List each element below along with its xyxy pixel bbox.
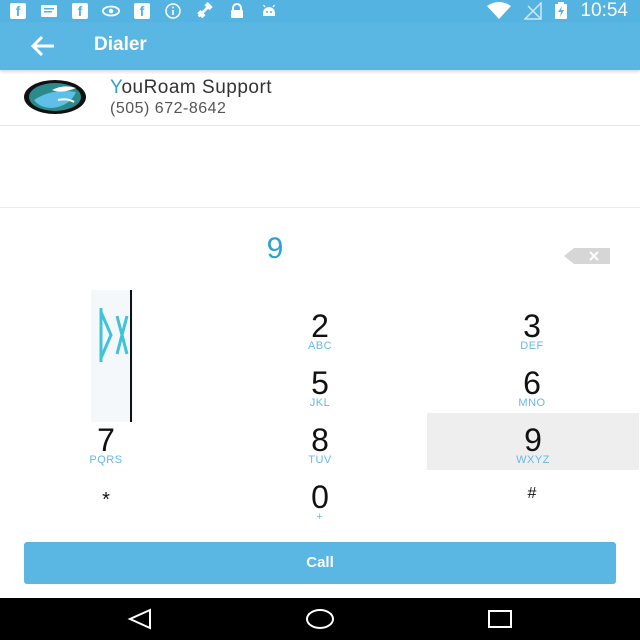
key-digit: 8	[311, 422, 329, 458]
divider	[0, 207, 640, 208]
key-digit: 7	[97, 422, 115, 458]
key-digit: 6	[523, 365, 541, 401]
key-3[interactable]: 3 DEF	[426, 306, 638, 362]
key-6[interactable]: 6 MNO	[426, 363, 638, 419]
key-7[interactable]: 7 PQRS	[0, 420, 212, 476]
key-hash[interactable]: #	[426, 477, 638, 533]
overlay-artifact	[91, 290, 133, 422]
contact-name-rest: ouRoam Support	[121, 77, 273, 98]
key-digit: 2	[311, 308, 329, 344]
android-icon	[260, 3, 278, 19]
system-icons: 10:54	[486, 1, 628, 21]
eye-icon	[102, 3, 120, 19]
facebook-icon: f	[72, 3, 88, 19]
status-bar: f f f 10:54	[0, 0, 640, 22]
lock-icon	[228, 3, 246, 19]
key-symbol: #	[527, 485, 537, 502]
battery-charging-icon	[554, 2, 568, 19]
contact-name-first-letter: Y	[110, 77, 122, 98]
contact-row[interactable]: YouRoam Support (505) 672-8642	[0, 70, 640, 126]
key-letters: DEF	[520, 340, 544, 352]
key-8[interactable]: 8 TUV	[214, 420, 426, 476]
key-letters: ABC	[307, 340, 333, 352]
contact-name: YouRoam Support	[110, 77, 272, 99]
page-title: Dialer	[94, 34, 147, 55]
key-digit: 5	[311, 365, 329, 401]
call-button[interactable]: Call	[24, 542, 616, 584]
navigation-bar	[0, 598, 640, 640]
back-nav-icon[interactable]	[126, 608, 154, 630]
dialed-number: 9	[266, 232, 284, 265]
backspace-icon[interactable]	[564, 248, 610, 264]
key-letters: MNO	[518, 397, 546, 409]
key-2[interactable]: 2 ABC	[214, 306, 426, 362]
back-arrow-icon[interactable]	[28, 32, 58, 60]
key-digit: 3	[523, 308, 541, 344]
wifi-icon	[486, 2, 512, 19]
satellite-icon	[196, 2, 214, 19]
key-letters: TUV	[308, 454, 332, 466]
facebook-icon: f	[134, 3, 150, 19]
key-letters: WXYZ	[516, 454, 550, 466]
contact-avatar	[22, 78, 88, 116]
no-signal-icon	[524, 2, 543, 20]
key-letters: JKL	[309, 397, 331, 409]
recents-nav-icon[interactable]	[486, 608, 514, 630]
app-bar: Dialer	[0, 22, 640, 70]
key-5[interactable]: 5 JKL	[214, 363, 426, 419]
key-star[interactable]: *	[0, 477, 212, 533]
contact-number: (505) 672-8642	[110, 100, 227, 117]
key-digit: 9	[524, 422, 542, 458]
key-letters: PQRS	[89, 454, 123, 466]
home-nav-icon[interactable]	[304, 608, 336, 630]
message-icon	[40, 3, 58, 19]
key-0[interactable]: 0 +	[214, 477, 426, 533]
key-digit: 0	[311, 479, 329, 515]
facebook-icon: f	[10, 3, 26, 19]
key-9[interactable]: 9 WXYZ	[427, 413, 639, 470]
notification-icons: f f f	[10, 2, 278, 20]
key-symbol: *	[102, 489, 110, 511]
info-icon	[164, 3, 182, 19]
status-time: 10:54	[580, 0, 628, 21]
key-letters: +	[316, 511, 324, 523]
